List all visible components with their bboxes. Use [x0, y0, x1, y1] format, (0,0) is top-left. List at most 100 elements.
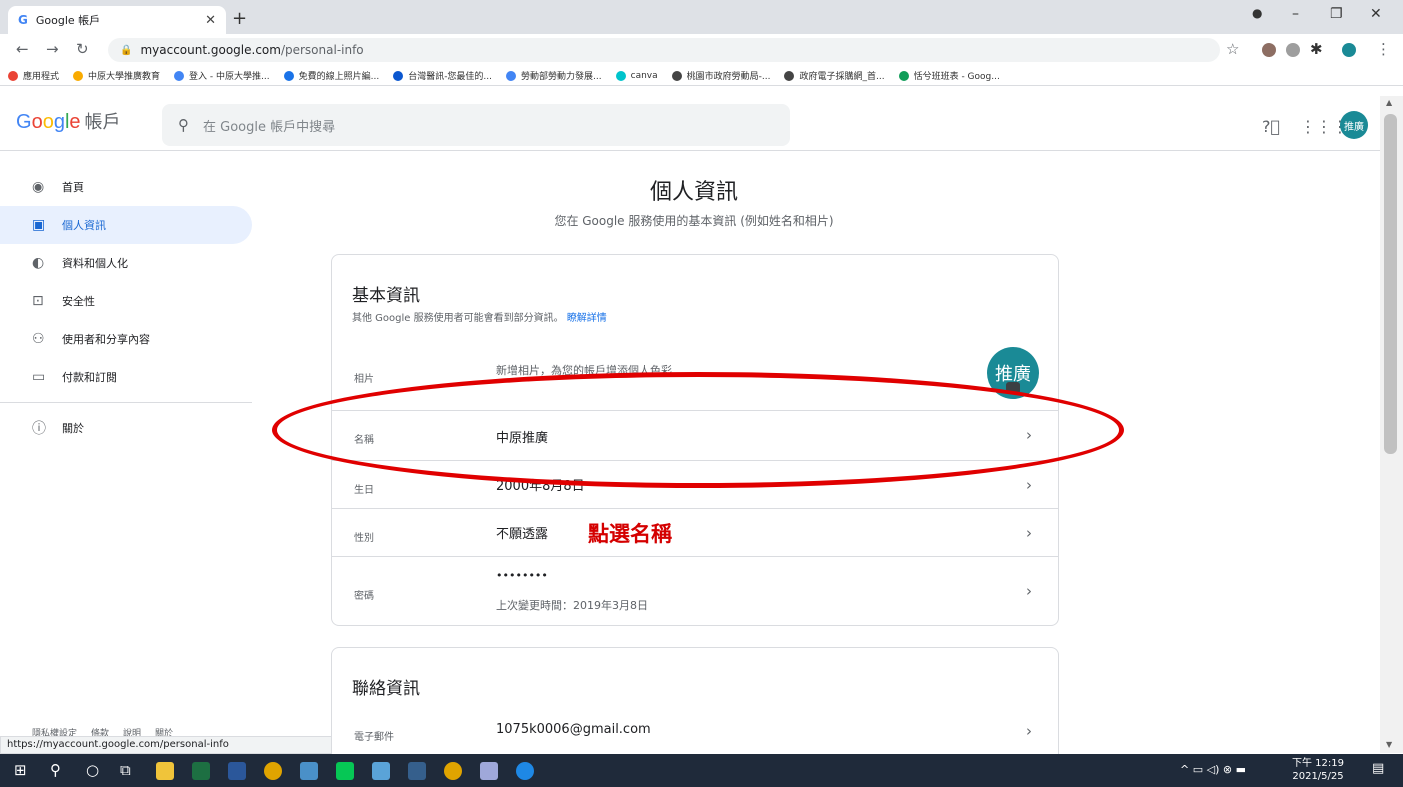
bookmark-label: canva	[630, 70, 658, 81]
bookmark-item[interactable]: 免費的線上照片編...	[283, 69, 379, 82]
account-avatar[interactable]: 推廣	[1340, 111, 1368, 139]
line-icon[interactable]	[336, 762, 354, 780]
scroll-up-icon[interactable]: ▲	[1386, 98, 1392, 107]
chrome-icon[interactable]	[444, 762, 462, 780]
lock-icon: 🔒	[120, 44, 133, 56]
bookmark-favicon-icon	[898, 70, 909, 81]
bookmark-favicon-icon	[671, 70, 682, 81]
url-path: /personal-info	[280, 43, 364, 57]
bookmark-item[interactable]: 中原大學推廣教育	[73, 69, 160, 82]
profile-avatar-icon[interactable]	[1342, 43, 1356, 57]
bookmark-label: 政府電子採購網_首...	[799, 72, 885, 82]
bookmark-favicon-icon	[283, 70, 294, 81]
chrome-icon[interactable]	[264, 762, 282, 780]
new-tab-icon[interactable]: +	[232, 8, 247, 29]
taskbar-search-icon[interactable]: ⚲	[50, 761, 61, 779]
close-window-icon[interactable]: ✕	[1370, 6, 1382, 22]
help-icon[interactable]: ?⃝	[1262, 117, 1280, 136]
extension-icon[interactable]	[1262, 43, 1276, 57]
sidebar-item-5[interactable]: ▭ 付款和訂閱	[0, 358, 252, 396]
file-explorer-icon[interactable]	[156, 762, 174, 780]
birthday-label: 生日	[354, 485, 374, 496]
sidebar-item-4[interactable]: ⚇ 使用者和分享內容	[0, 320, 252, 358]
system-tray-icons[interactable]: ^ ▭ ◁) ⊗ ▬	[1180, 763, 1246, 776]
app-icon[interactable]	[408, 762, 426, 780]
gender-value: 不願透露	[496, 527, 549, 542]
bookmark-item[interactable]: 桃園市政府勞動局-...	[671, 69, 770, 82]
password-label: 密碼	[354, 591, 374, 602]
windows-taskbar: ⊞ ⚲ ○ ⧉ ^ ▭ ◁) ⊗ ▬ 下午 12:19 2021/5/25 ▤	[0, 754, 1403, 787]
bookmark-label: 中原大學推廣教育	[88, 72, 161, 82]
card-icon: ▭	[32, 369, 46, 385]
scroll-down-icon[interactable]: ▼	[1386, 740, 1392, 749]
photo-value: 新增相片，為您的帳戶增添個人色彩	[496, 364, 672, 377]
browser-tab[interactable]: G Google 帳戶 ✕	[8, 6, 226, 34]
maximize-icon[interactable]: ❐	[1330, 6, 1343, 22]
bookmark-item[interactable]: canva	[615, 70, 658, 81]
paint-icon[interactable]	[480, 762, 498, 780]
reload-icon[interactable]: ↻	[76, 40, 89, 58]
excel-icon[interactable]	[192, 762, 210, 780]
page-subtitle: 您在 Google 服務使用的基本資訊 (例如姓名和相片)	[554, 214, 834, 228]
password-row[interactable]: 密碼 •••••••• 上次變更時間：2019年3月8日 ›	[332, 556, 1058, 626]
tab-title: Google 帳戶	[35, 14, 101, 27]
profile-dot-icon[interactable]: ●	[1252, 6, 1262, 20]
clock-time: 下午 12:19	[1292, 758, 1344, 769]
name-value: 中原推廣	[496, 431, 549, 446]
logo-brand: Google	[16, 111, 81, 133]
app-icon[interactable]	[372, 762, 390, 780]
page-title: 個人資訊	[649, 180, 738, 205]
page-scrollbar[interactable]: ▲ ▼	[1380, 96, 1403, 753]
bookmark-item[interactable]: 台灣醫訊-您最佳的...	[393, 69, 492, 82]
google-account-logo[interactable]: Google 帳戶	[16, 108, 121, 134]
sidebar-item-1[interactable]: ▣ 個人資訊	[0, 206, 252, 244]
app-icon[interactable]	[300, 762, 318, 780]
windows-start-icon[interactable]: ⊞	[14, 761, 27, 779]
task-view-icon[interactable]: ⧉	[120, 761, 131, 779]
bookmark-star-icon[interactable]: ☆	[1226, 40, 1239, 58]
account-search-input[interactable]: ⚲ 在 Google 帳戶中搜尋	[162, 104, 790, 146]
notification-icon[interactable]: ▤	[1372, 761, 1384, 776]
sidebar-item-about[interactable]: ⓘ 關於	[0, 409, 252, 447]
chevron-right-icon: ›	[1026, 722, 1032, 740]
bookmark-item[interactable]: 勞動部勞動力發展...	[506, 69, 602, 82]
password-changed-text: 上次變更時間：2019年3月8日	[496, 599, 648, 612]
sidebar-item-0[interactable]: ◉ 首頁	[0, 168, 252, 206]
sidebar-item-label: 安全性	[62, 295, 95, 308]
bookmark-item[interactable]: 政府電子採購網_首...	[784, 69, 885, 82]
sidebar-item-3[interactable]: ⊡ 安全性	[0, 282, 252, 320]
lock-icon: ⊡	[32, 293, 44, 309]
bookmark-item[interactable]: 登入 - 中原大學推...	[174, 69, 270, 82]
bookmark-item[interactable]: 恬兮班班表 - Goog...	[898, 69, 1000, 82]
cortana-icon[interactable]: ○	[86, 761, 99, 779]
home-icon: ◉	[32, 179, 45, 195]
name-row[interactable]: 名稱 中原推廣 ›	[332, 410, 1058, 460]
taskbar-clock[interactable]: 下午 12:19 2021/5/25	[1292, 757, 1344, 783]
bookmark-item[interactable]: 應用程式	[8, 69, 59, 82]
sidebar-item-label: 個人資訊	[62, 219, 106, 232]
clock-date: 2021/5/25	[1292, 771, 1344, 782]
gender-row[interactable]: 性別 不願透露 ›	[332, 508, 1058, 556]
extensions-puzzle-icon[interactable]: ✱	[1310, 40, 1323, 58]
photo-row[interactable]: 相片 新增相片，為您的帳戶增添個人色彩	[332, 340, 1058, 410]
learn-more-link[interactable]: 瞭解詳情	[567, 313, 607, 324]
sidebar-item-label: 資料和個人化	[62, 257, 128, 270]
minimize-icon[interactable]: –	[1292, 6, 1299, 22]
sidebar-item-label: 關於	[62, 422, 84, 435]
email-value: 1075k0006@gmail.com	[496, 722, 651, 737]
bookmark-favicon-icon	[8, 70, 18, 81]
close-tab-icon[interactable]: ✕	[205, 13, 216, 28]
browser-menu-icon[interactable]: ⋮	[1376, 40, 1391, 58]
sidebar-item-2[interactable]: ◐ 資料和個人化	[0, 244, 252, 282]
annotation-text: 點選名稱	[588, 521, 672, 546]
forward-icon[interactable]: →	[46, 40, 59, 58]
back-icon[interactable]: ←	[16, 40, 29, 58]
scrollbar-thumb[interactable]	[1384, 114, 1397, 454]
birthday-row[interactable]: 生日 2000年8月8日 ›	[332, 460, 1058, 508]
email-label: 電子郵件	[354, 732, 394, 743]
extension-icon[interactable]	[1286, 43, 1300, 57]
chevron-right-icon: ›	[1026, 426, 1032, 444]
address-bar[interactable]: 🔒 myaccount.google.com/personal-info	[108, 38, 1220, 62]
word-icon[interactable]	[228, 762, 246, 780]
edge-icon[interactable]	[516, 762, 534, 780]
